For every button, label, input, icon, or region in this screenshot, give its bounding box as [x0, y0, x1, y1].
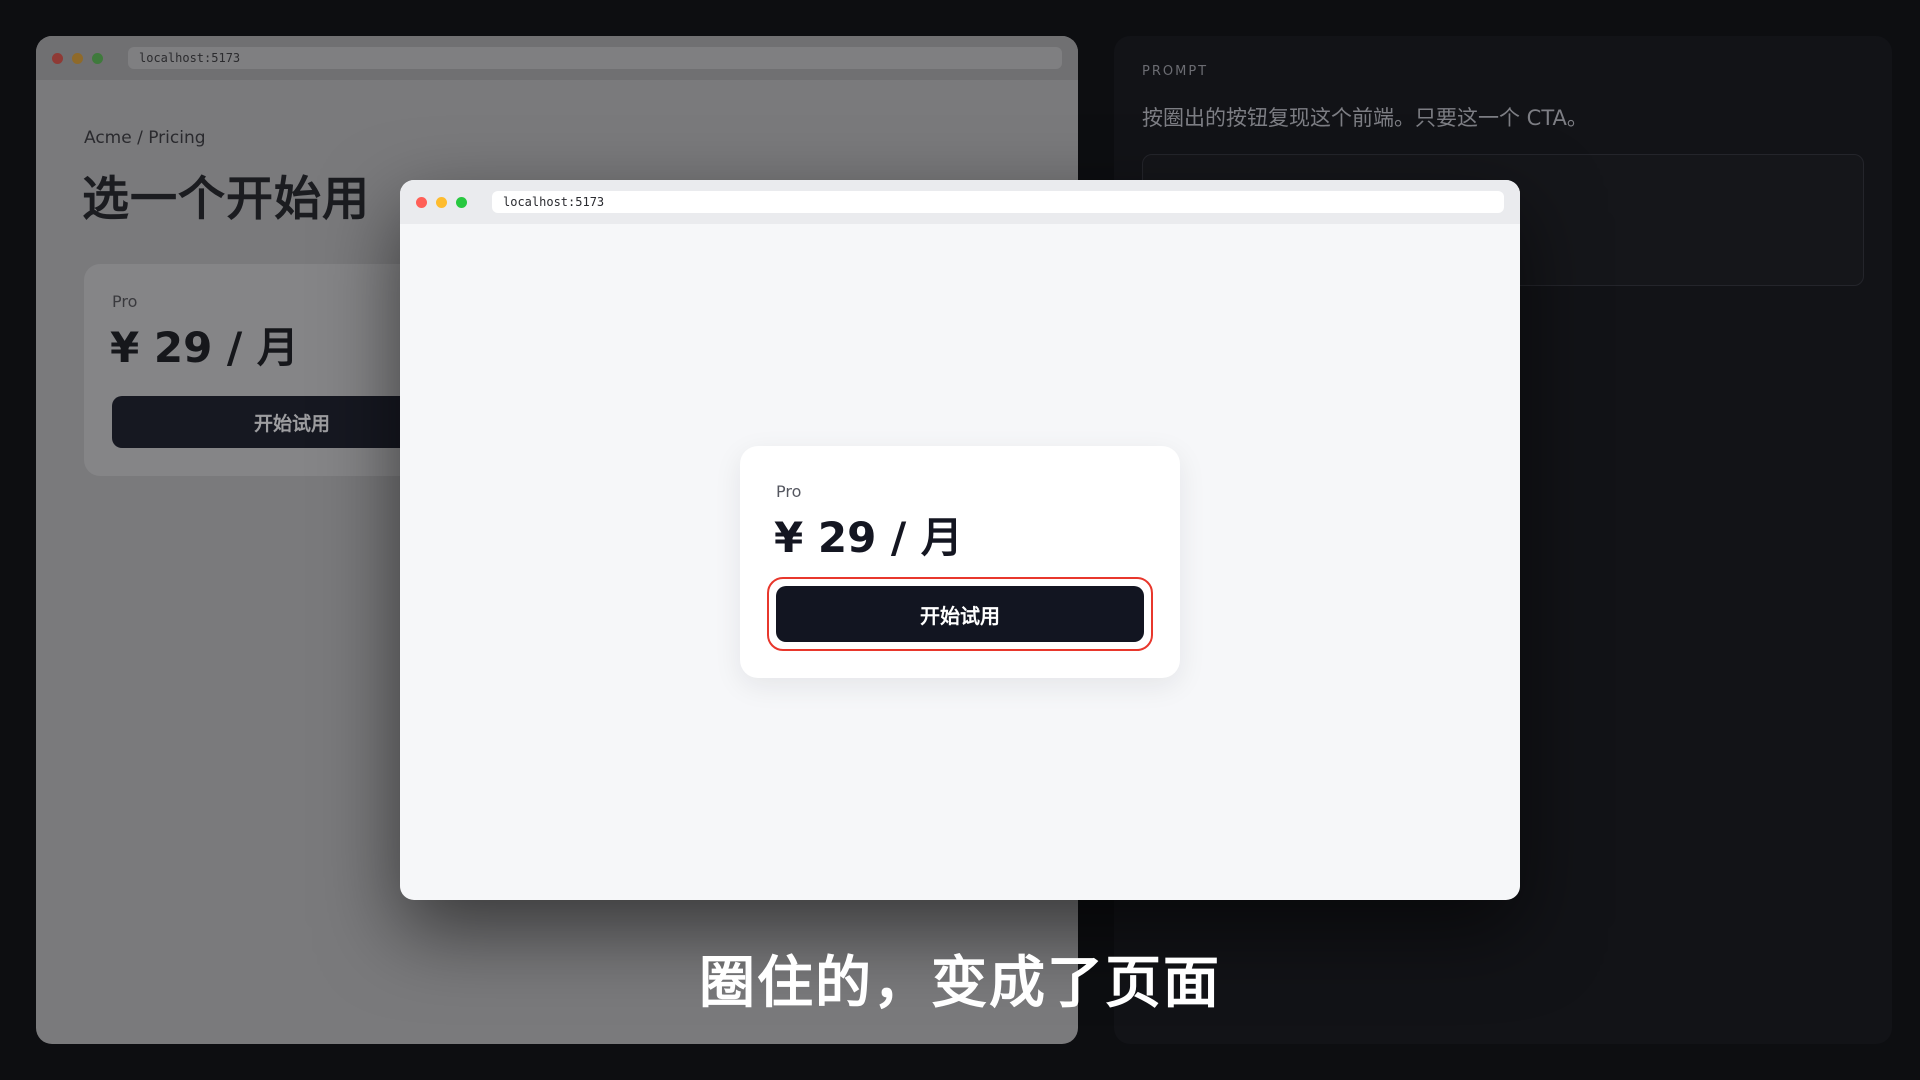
- plan-name: Pro: [112, 292, 138, 311]
- maximize-dot-icon[interactable]: [92, 52, 103, 64]
- window-controls: [416, 196, 467, 208]
- address-bar[interactable]: localhost:5173: [492, 191, 1504, 213]
- prompt-label: PROMPT: [1142, 64, 1209, 79]
- page-title: 选一个开始用: [82, 172, 370, 227]
- maximize-dot-icon[interactable]: [456, 196, 467, 208]
- minimize-dot-icon[interactable]: [72, 52, 83, 64]
- breadcrumb: Acme / Pricing: [84, 128, 206, 148]
- window-controls: [52, 52, 103, 64]
- prompt-text: 按圈出的按钮复现这个前端。只要这一个 CTA。: [1142, 106, 1588, 130]
- plan-price: ¥ 29 / 月: [110, 323, 299, 372]
- video-caption: 圈住的，变成了页面: [699, 951, 1221, 1016]
- close-dot-icon[interactable]: [416, 196, 427, 208]
- minimize-dot-icon[interactable]: [436, 196, 447, 208]
- start-trial-button[interactable]: 开始试用: [776, 586, 1144, 642]
- close-dot-icon[interactable]: [52, 52, 63, 64]
- plan-name: Pro: [776, 482, 802, 501]
- background-window-titlebar: localhost:5173: [36, 36, 1078, 80]
- plan-price: ¥ 29 / 月: [774, 513, 963, 562]
- pricing-card: Pro ¥ 29 / 月 开始试用: [740, 446, 1180, 678]
- preview-window-titlebar: localhost:5173: [400, 180, 1520, 224]
- preview-browser-window: localhost:5173 Pro ¥ 29 / 月 开始试用: [400, 180, 1520, 900]
- address-bar[interactable]: localhost:5173: [128, 47, 1062, 69]
